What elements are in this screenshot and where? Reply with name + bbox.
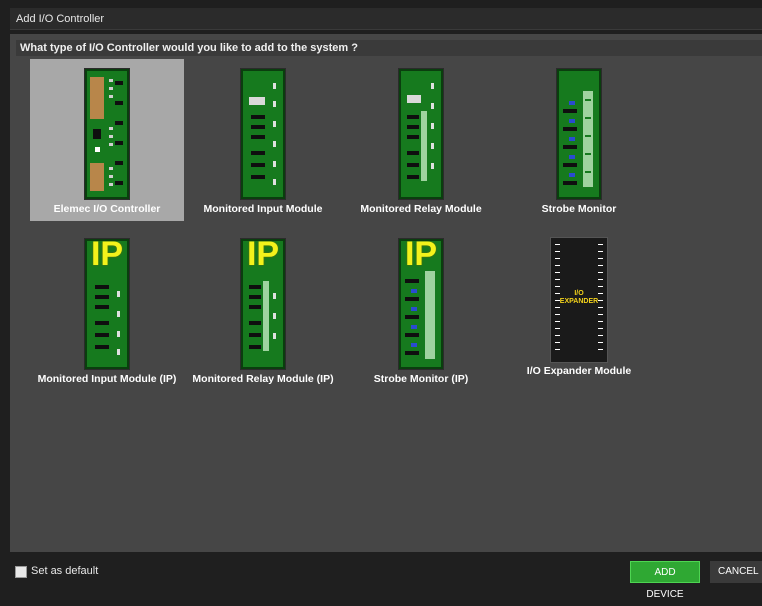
module-tile-io-expander[interactable]: I/O EXPANDER I/O Expander Module — [502, 229, 656, 391]
set-as-default-checkbox[interactable] — [15, 566, 27, 578]
module-selection-panel: What type of I/O Controller would you li… — [10, 34, 762, 552]
module-label: Monitored Relay Module — [360, 203, 482, 215]
strobe-monitor-board-image — [557, 69, 601, 199]
ip-badge: IP — [404, 239, 438, 273]
set-as-default-label: Set as default — [31, 565, 99, 577]
monitored-relay-ip-board-image: IP — [241, 239, 285, 369]
io-expander-chip-image: I/O EXPANDER — [550, 237, 608, 363]
module-tile-monitored-relay[interactable]: Monitored Relay Module — [344, 59, 498, 221]
ip-badge: IP — [90, 239, 124, 273]
io-expander-chip-text: I/O EXPANDER — [559, 290, 599, 305]
strobe-monitor-ip-board-image: IP — [399, 239, 443, 369]
module-tile-monitored-relay-ip[interactable]: IP Monitored Relay Module (IP) — [186, 229, 340, 391]
module-label: Elemec I/O Controller — [53, 203, 161, 215]
prompt-text: What type of I/O Controller would you li… — [16, 40, 762, 56]
module-label: Strobe Monitor — [541, 203, 617, 215]
monitored-relay-board-image — [399, 69, 443, 199]
ip-badge: IP — [246, 239, 280, 273]
module-tile-monitored-input[interactable]: Monitored Input Module — [186, 59, 340, 221]
module-label: Monitored Input Module (IP) — [37, 373, 177, 385]
monitored-input-ip-board-image: IP — [85, 239, 129, 369]
cancel-button[interactable]: CANCEL — [710, 561, 762, 583]
module-label: I/O Expander Module — [526, 365, 632, 377]
window-title: Add I/O Controller — [10, 8, 762, 30]
monitored-input-board-image — [241, 69, 285, 199]
elemec-board-image — [85, 69, 129, 199]
module-label: Monitored Relay Module (IP) — [192, 373, 334, 385]
module-tile-elemec-io-controller[interactable]: Elemec I/O Controller — [30, 59, 184, 221]
add-device-button[interactable]: ADD DEVICE — [630, 561, 700, 600]
module-tile-strobe-monitor[interactable]: Strobe Monitor — [502, 59, 656, 221]
module-label: Strobe Monitor (IP) — [373, 373, 469, 385]
module-tile-strobe-monitor-ip[interactable]: IP Strobe Monitor (IP) — [344, 229, 498, 391]
module-tile-monitored-input-ip[interactable]: IP Monitored Input Module (IP) — [30, 229, 184, 391]
dialog-footer: Set as default ADD DEVICE CANCEL — [10, 557, 762, 600]
module-label: Monitored Input Module — [203, 203, 323, 215]
